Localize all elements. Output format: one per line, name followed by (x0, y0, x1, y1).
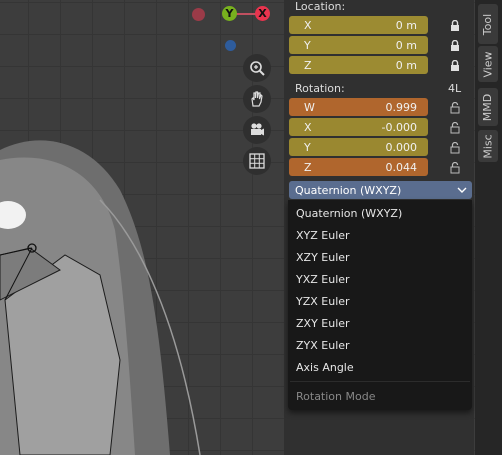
x-axis-label: X (258, 7, 267, 20)
rotation-y-field[interactable]: Y 0.000 (289, 138, 428, 156)
lock-closed-icon[interactable] (449, 20, 461, 32)
menu-title: Rotation Mode (296, 390, 376, 403)
field-axis: Z (304, 58, 312, 72)
menu-item-yzx-euler[interactable]: YZX Euler (296, 295, 350, 308)
zoom-button[interactable] (243, 54, 271, 82)
field-axis: Y (304, 38, 311, 52)
hand-icon (251, 91, 263, 107)
lock-open-icon[interactable] (449, 102, 461, 114)
y-axis-button[interactable]: Y (222, 6, 237, 21)
menu-item-zyx-euler[interactable]: ZYX Euler (296, 339, 350, 352)
field-value: -0.000 (381, 120, 417, 134)
tab-label: Misc (481, 133, 495, 159)
field-axis: W (304, 100, 315, 114)
chevron-down-icon (457, 187, 467, 193)
camera-view-button[interactable] (243, 116, 271, 144)
field-axis: X (304, 120, 312, 134)
tab-misc[interactable]: Misc (478, 130, 498, 162)
pan-button[interactable] (243, 85, 271, 113)
field-axis: Z (304, 160, 312, 174)
location-y-field[interactable]: Y 0 m (289, 36, 428, 54)
tab-label: MMD (481, 93, 495, 121)
tab-label: Tool (481, 13, 495, 35)
tab-label: View (481, 50, 495, 78)
menu-item-zxy-euler[interactable]: ZXY Euler (296, 317, 350, 330)
location-z-field[interactable]: Z 0 m (289, 56, 428, 74)
rotation-x-field[interactable]: X -0.000 (289, 118, 428, 136)
menu-separator (290, 381, 470, 382)
menu-item-axis-angle[interactable]: Axis Angle (296, 361, 354, 374)
y-axis-label: Y (225, 7, 234, 20)
menu-item-xzy-euler[interactable]: XZY Euler (296, 251, 350, 264)
rotation-mode-value: Quaternion (WXYZ) (295, 183, 402, 197)
menu-item-yxz-euler[interactable]: YXZ Euler (296, 273, 350, 286)
neg-z-axis-dot[interactable] (225, 40, 236, 51)
neg-x-axis-dot[interactable] (192, 8, 205, 21)
gizmo-axis-line (236, 13, 256, 15)
lock-open-icon[interactable] (449, 122, 461, 134)
perspective-toggle-button[interactable] (243, 147, 271, 175)
rotation-label: Rotation: (295, 82, 345, 95)
x-axis-button[interactable]: X (255, 6, 270, 21)
zoom-icon (250, 61, 265, 76)
lock-closed-icon[interactable] (449, 40, 461, 52)
lock-open-icon[interactable] (449, 142, 461, 154)
location-label: Location: (295, 0, 346, 13)
tab-mmd[interactable]: MMD (478, 88, 498, 126)
camera-icon (251, 123, 264, 136)
lock-open-icon[interactable] (449, 162, 461, 174)
field-value: 0 m (395, 18, 417, 32)
field-axis: Y (304, 140, 311, 154)
field-value: 0.000 (385, 140, 418, 154)
menu-item-xyz-euler[interactable]: XYZ Euler (296, 229, 350, 242)
rotation-4l-toggle[interactable]: 4L (448, 82, 461, 95)
field-value: 0 m (395, 38, 417, 52)
rotation-w-field[interactable]: W 0.999 (289, 98, 428, 116)
location-x-field[interactable]: X 0 m (289, 16, 428, 34)
lock-closed-icon[interactable] (449, 60, 461, 72)
rotation-mode-dropdown[interactable]: Quaternion (WXYZ) (289, 181, 472, 199)
menu-item-quaternion[interactable]: Quaternion (WXYZ) (296, 207, 402, 220)
rotation-z-field[interactable]: Z 0.044 (289, 158, 428, 176)
grid-icon (249, 153, 265, 169)
field-axis: X (304, 18, 312, 32)
tab-tool[interactable]: Tool (478, 4, 498, 44)
field-value: 0 m (395, 58, 417, 72)
tab-view[interactable]: View (478, 46, 498, 82)
field-value: 0.999 (385, 100, 418, 114)
field-value: 0.044 (385, 160, 418, 174)
